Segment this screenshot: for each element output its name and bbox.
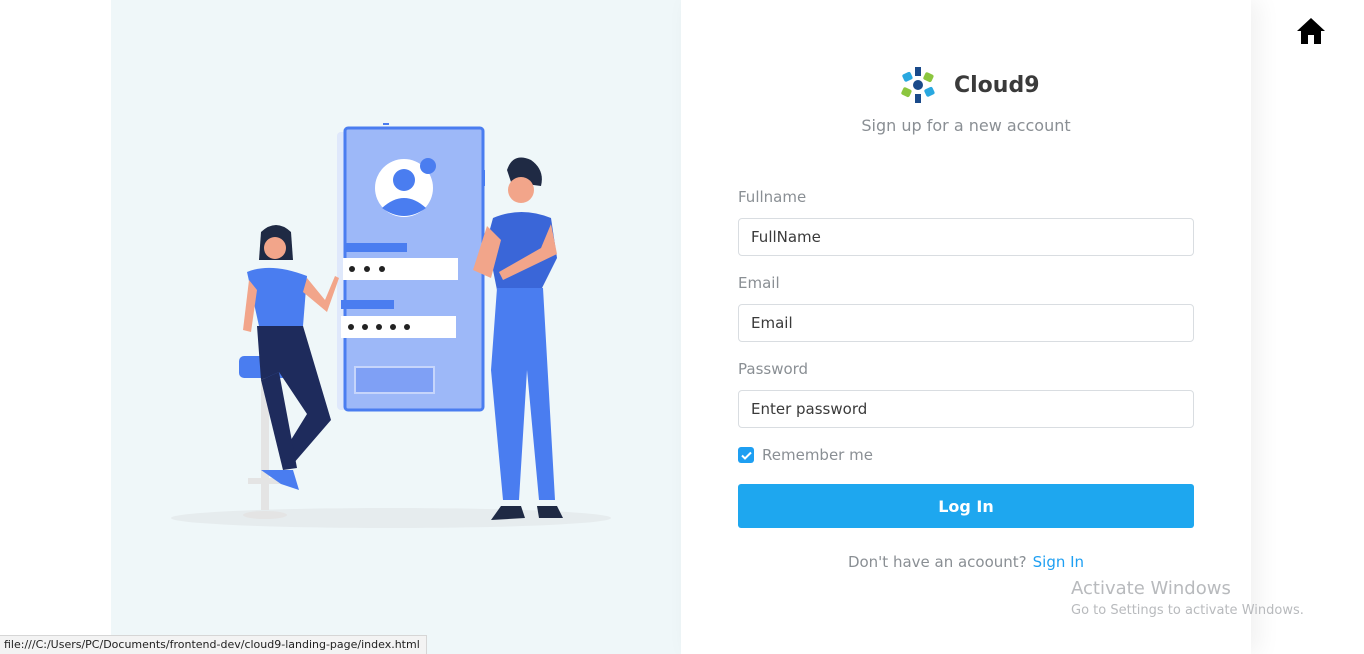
check-icon (740, 451, 752, 460)
fullname-label: Fullname (738, 188, 807, 206)
brand: Cloud9 (898, 65, 1040, 105)
page-subtitle: Sign up for a new account (861, 116, 1071, 135)
remember-me: Remember me (738, 445, 873, 465)
email-input[interactable] (738, 304, 1194, 342)
signup-prompt: Don't have an acoount? Sign In (681, 553, 1251, 571)
fullname-input[interactable] (738, 218, 1194, 256)
remember-me-checkbox[interactable] (738, 447, 754, 463)
password-input[interactable] (738, 390, 1194, 428)
browser-status-bar: file:///C:/Users/PC/Documents/frontend-d… (0, 635, 427, 654)
page: Cloud9 Sign up for a new account Fullnam… (0, 0, 1364, 654)
login-button[interactable]: Log In (738, 484, 1194, 528)
windows-activation-watermark: Activate Windows Go to Settings to activ… (1071, 578, 1304, 618)
home-icon (1297, 18, 1325, 44)
home-button[interactable] (1296, 17, 1326, 45)
signup-card: Cloud9 Sign up for a new account Fullnam… (681, 0, 1251, 654)
watermark-title: Activate Windows (1071, 578, 1231, 599)
brand-name: Cloud9 (954, 72, 1040, 98)
email-label: Email (738, 274, 780, 292)
signup-prompt-text: Don't have an acoount? (847, 553, 1027, 571)
watermark-subtitle: Go to Settings to activate Windows. (1071, 603, 1304, 618)
remember-me-label: Remember me (762, 446, 873, 464)
cloud9-logo-icon (901, 67, 935, 103)
sign-in-link[interactable]: Sign In (1033, 553, 1084, 571)
signup-illustration (171, 123, 611, 528)
password-label: Password (738, 360, 809, 378)
illustration-panel (111, 0, 681, 654)
